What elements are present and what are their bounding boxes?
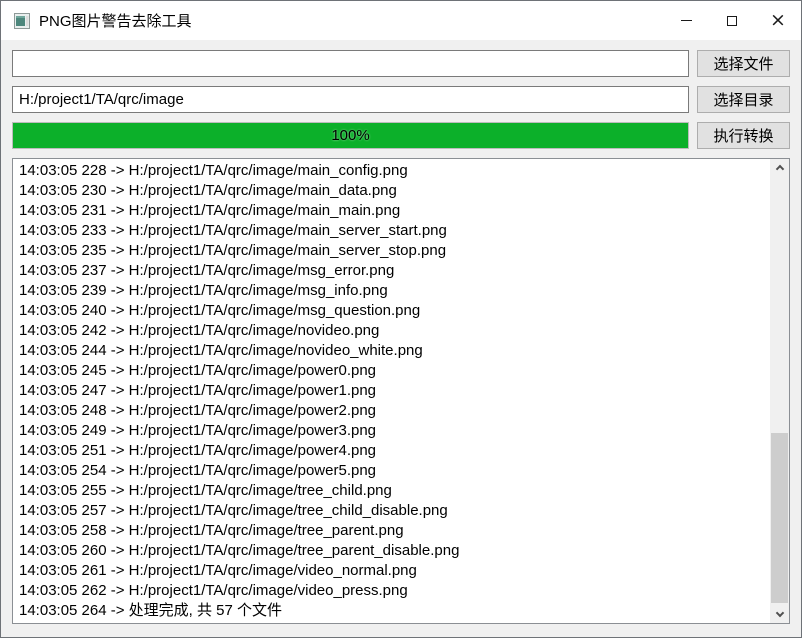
log-line: 14:03:05 230 -> H:/project1/TA/qrc/image… (19, 181, 765, 201)
log-line: 14:03:05 235 -> H:/project1/TA/qrc/image… (19, 241, 765, 261)
select-file-button[interactable]: 选择文件 (697, 50, 790, 77)
dir-picker-row: 选择目录 (12, 86, 790, 113)
minimize-icon (681, 20, 692, 21)
log-line: 14:03:05 244 -> H:/project1/TA/qrc/image… (19, 341, 765, 361)
progress-percent-label: 100% (13, 123, 688, 148)
close-icon: × (770, 11, 786, 30)
file-picker-row: 选择文件 (12, 50, 790, 77)
scroll-down-button[interactable] (770, 606, 789, 623)
convert-row: 100% 执行转换 (12, 122, 790, 149)
log-line: 14:03:05 233 -> H:/project1/TA/qrc/image… (19, 221, 765, 241)
progress-bar: 100% (12, 122, 689, 149)
log-line: 14:03:05 239 -> H:/project1/TA/qrc/image… (19, 281, 765, 301)
maximize-icon (727, 16, 737, 26)
scrollbar-thumb[interactable] (771, 433, 788, 603)
log-line: 14:03:05 240 -> H:/project1/TA/qrc/image… (19, 301, 765, 321)
chevron-down-icon (775, 609, 783, 617)
log-line: 14:03:05 242 -> H:/project1/TA/qrc/image… (19, 321, 765, 341)
log-line: 14:03:05 231 -> H:/project1/TA/qrc/image… (19, 201, 765, 221)
select-directory-button[interactable]: 选择目录 (697, 86, 790, 113)
maximize-button[interactable] (709, 1, 755, 40)
log-line: 14:03:05 249 -> H:/project1/TA/qrc/image… (19, 421, 765, 441)
log-line: 14:03:05 255 -> H:/project1/TA/qrc/image… (19, 481, 765, 501)
execute-convert-button[interactable]: 执行转换 (697, 122, 790, 149)
log-line: 14:03:05 228 -> H:/project1/TA/qrc/image… (19, 161, 765, 181)
log-line: 14:03:05 245 -> H:/project1/TA/qrc/image… (19, 361, 765, 381)
log-line: 14:03:05 254 -> H:/project1/TA/qrc/image… (19, 461, 765, 481)
log-scrollbar[interactable] (770, 159, 789, 623)
log-line: 14:03:05 247 -> H:/project1/TA/qrc/image… (19, 381, 765, 401)
app-window: PNG图片警告去除工具 × 选择文件 选择目录 100% 执行转换 (0, 0, 802, 638)
log-line: 14:03:05 262 -> H:/project1/TA/qrc/image… (19, 581, 765, 601)
log-line: 14:03:05 261 -> H:/project1/TA/qrc/image… (19, 561, 765, 581)
log-line: 14:03:05 237 -> H:/project1/TA/qrc/image… (19, 261, 765, 281)
minimize-button[interactable] (663, 1, 709, 40)
log-line: 14:03:05 248 -> H:/project1/TA/qrc/image… (19, 401, 765, 421)
chevron-up-icon (775, 165, 783, 173)
log-line: 14:03:05 260 -> H:/project1/TA/qrc/image… (19, 541, 765, 561)
scroll-up-button[interactable] (770, 159, 789, 176)
file-path-input[interactable] (12, 50, 689, 77)
titlebar: PNG图片警告去除工具 × (1, 1, 801, 40)
app-window-icon (14, 13, 30, 29)
close-button[interactable]: × (755, 1, 801, 40)
directory-path-input[interactable] (12, 86, 689, 113)
window-title: PNG图片警告去除工具 (39, 10, 192, 31)
client-area: 选择文件 选择目录 100% 执行转换 14:03:05 228 -> H:/p… (1, 40, 801, 637)
log-line: 14:03:05 258 -> H:/project1/TA/qrc/image… (19, 521, 765, 541)
log-line: 14:03:05 264 -> 处理完成, 共 57 个文件 (19, 601, 765, 621)
log-lines: 14:03:05 228 -> H:/project1/TA/qrc/image… (13, 159, 789, 621)
log-line: 14:03:05 251 -> H:/project1/TA/qrc/image… (19, 441, 765, 461)
log-line: 14:03:05 257 -> H:/project1/TA/qrc/image… (19, 501, 765, 521)
log-output-box: 14:03:05 228 -> H:/project1/TA/qrc/image… (12, 158, 790, 624)
